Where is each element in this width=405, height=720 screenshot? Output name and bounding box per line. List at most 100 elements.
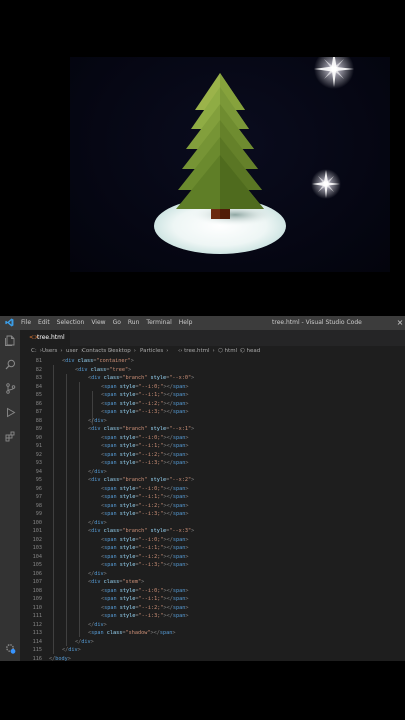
code-token: span (172, 460, 186, 466)
code-line: 103 <span style="--i:1;"></span> (20, 544, 405, 553)
code-token: "--i:0;" (138, 434, 164, 441)
explorer-icon[interactable] (5, 335, 16, 346)
code-token: > (185, 536, 189, 543)
code-token: ></ (163, 409, 173, 415)
line-number: 88 (35, 417, 42, 424)
code-line: 100 </div> (20, 519, 405, 528)
code-token: span (104, 562, 117, 568)
menu-item-terminal[interactable]: Terminal (146, 319, 171, 327)
code-token: > (185, 613, 189, 619)
breadcrumb-item[interactable]: Desktop › (108, 346, 136, 357)
code-token: "--i:2;" (138, 400, 164, 407)
code-token: class (103, 579, 120, 585)
code-text: <div class="branch" style="--x:3"> (88, 527, 194, 536)
code-token: "--x:2" (169, 477, 192, 483)
breadcrumb-item[interactable]: ⬡ head (240, 346, 260, 357)
code-token: "--x:1" (169, 426, 192, 432)
editor-tabs: <> tree.html (20, 330, 405, 346)
code-token: "--i:0;" (138, 587, 164, 594)
code-token: span (104, 604, 117, 611)
line-number: 84 (35, 383, 42, 390)
code-token: "--i:1;" (138, 443, 164, 449)
accounts-settings-icon[interactable] (5, 643, 16, 654)
chevron-right-icon: › (212, 348, 215, 354)
breadcrumb-label: user (66, 348, 78, 354)
code-token: style (119, 485, 136, 492)
code-token: span (104, 494, 117, 500)
code-token: ></ (163, 613, 173, 619)
code-token: span (104, 400, 117, 407)
code-line: 88 </div> (20, 417, 405, 426)
code-token: span (172, 613, 186, 619)
code-token: style (119, 494, 136, 500)
code-line: 101 <div class="branch" style="--x:3"> (20, 527, 405, 536)
breadcrumb-label: Contacts (82, 348, 107, 354)
menu-item-run[interactable]: Run (128, 319, 140, 327)
run-debug-icon[interactable] (5, 407, 16, 418)
code-text: <div class="branch" style="--x:2"> (88, 476, 194, 485)
extensions-icon[interactable] (5, 431, 16, 442)
code-token: "--x:0" (169, 375, 192, 381)
menu-item-help[interactable]: Help (179, 319, 193, 327)
breadcrumb-item[interactable]: ‹› tree.html › (178, 346, 215, 357)
code-token: span (172, 536, 186, 543)
breadcrumb-item[interactable]: Particles › (140, 346, 168, 357)
code-token: div (91, 477, 101, 483)
search-icon[interactable] (5, 359, 16, 370)
code-token: "--i:2;" (138, 502, 164, 509)
code-token: span (104, 485, 117, 492)
code-line: 113 <span class="shadow"></span> (20, 629, 405, 638)
code-token: ></ (163, 383, 173, 390)
code-text: <span style="--i:2;"></span> (101, 451, 189, 460)
code-line: 94 </div> (20, 468, 405, 477)
code-token: span (104, 587, 117, 594)
close-window-icon[interactable] (397, 318, 403, 327)
chevron-right-icon: › (166, 348, 169, 354)
source-control-icon[interactable] (5, 383, 16, 394)
code-token: span (104, 511, 117, 517)
code-token: "tree" (109, 366, 129, 373)
code-token: > (185, 409, 189, 415)
code-token: span (172, 392, 186, 398)
code-token: class (77, 358, 94, 364)
menu-item-file[interactable]: File (21, 319, 31, 327)
code-text: <span style="--i:3;"></span> (101, 408, 189, 417)
code-token: span (172, 494, 186, 500)
code-token: style (150, 528, 167, 534)
menu-item-view[interactable]: View (91, 319, 105, 327)
code-text: <div class="stem"> (88, 578, 144, 587)
code-token: class (103, 375, 120, 381)
code-line: 90 <span style="--i:0;"></span> (20, 434, 405, 443)
code-token: "--i:0;" (138, 485, 164, 492)
breadcrumb-item[interactable]: user › (66, 346, 83, 357)
line-number: 92 (35, 451, 42, 458)
code-token: ></ (163, 562, 173, 568)
breadcrumb-item[interactable]: Users › (42, 346, 63, 357)
menu-item-go[interactable]: Go (113, 319, 121, 327)
code-token: > (185, 604, 189, 611)
line-number: 85 (35, 392, 42, 398)
breadcrumb-item[interactable]: C: › (31, 346, 42, 357)
breadcrumb: C: › Users › user › Contacts › Desktop › Particles… (20, 346, 405, 357)
menu-item-selection[interactable]: Selection (57, 319, 85, 327)
code-token: "--i:2;" (138, 553, 164, 560)
line-number: 104 (32, 553, 42, 560)
code-token: style (119, 536, 136, 543)
code-token: > (185, 562, 189, 568)
line-number: 96 (35, 485, 42, 492)
code-editor[interactable]: 81 <div class="container"> 82 <div class="t… (20, 357, 405, 661)
code-token: span (104, 596, 117, 602)
menu-item-edit[interactable]: Edit (38, 319, 50, 327)
vscode-logo-icon (5, 318, 14, 327)
code-token: > (67, 655, 71, 662)
code-token: > (185, 596, 189, 602)
code-text: <span style="--i:0;"></span> (101, 587, 189, 596)
tab-tree-html[interactable]: <> tree.html (20, 330, 70, 346)
breadcrumb-item[interactable]: ⬡ html › (218, 346, 242, 357)
code-text: </div> (88, 519, 107, 528)
code-line: 84 <span style="--i:0;"></span> (20, 383, 405, 392)
code-token: ></ (163, 587, 173, 594)
menu-bar: File Edit Selection View Go Run Terminal Help (21, 319, 192, 327)
line-number: 108 (32, 587, 42, 594)
code-token: div (91, 579, 101, 585)
